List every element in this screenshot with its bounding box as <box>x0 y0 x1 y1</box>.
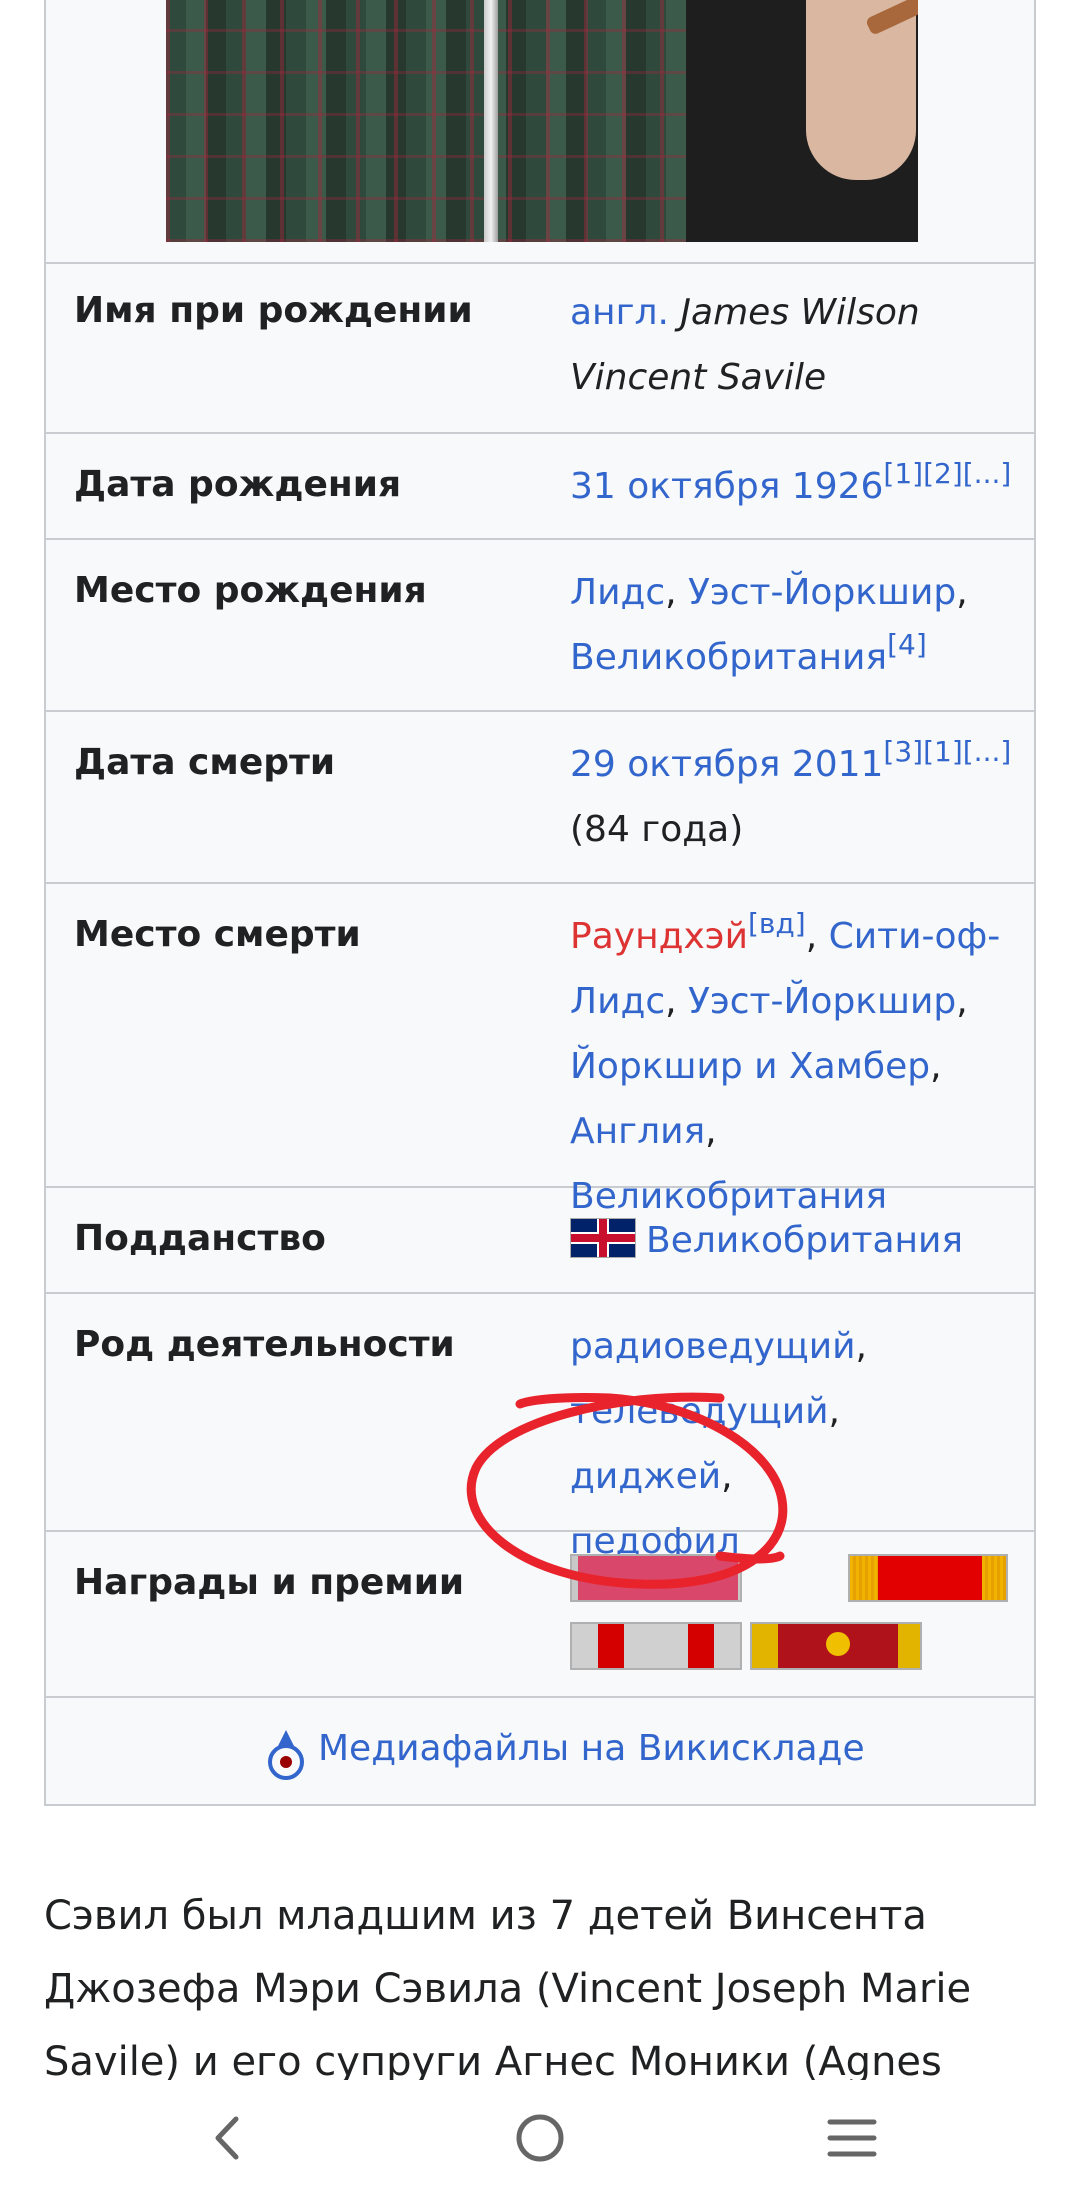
row-label: Имя при рождении <box>74 290 473 331</box>
occupation-link[interactable]: диджей <box>570 1456 721 1497</box>
row-value: Раундхэй[вд], Сити-оф-Лидс, Уэст-Йоркшир… <box>570 907 1001 1218</box>
infobox-photo-cell <box>46 0 1034 264</box>
red-link[interactable]: Раундхэй <box>570 916 748 957</box>
row-occupation: Род деятельности радиоведущий, телеведущ… <box>46 1294 1034 1562</box>
star-icon <box>826 1632 850 1656</box>
place-link[interactable]: Уэст-Йоркшир <box>688 572 956 613</box>
country-link[interactable]: Великобритания <box>646 1220 963 1261</box>
occupation-link[interactable]: телеведущий <box>570 1391 829 1432</box>
award-ribbon[interactable] <box>848 1554 1008 1602</box>
row-value: Великобритания <box>570 1208 1014 1273</box>
place-link[interactable]: Йоркшир и Хамбер <box>570 1046 930 1087</box>
row-birth-place: Место рождения Лидс, Уэст-Йоркшир, Велик… <box>46 540 1034 712</box>
lang-link[interactable]: англ. <box>570 292 669 333</box>
recent-apps-button[interactable] <box>792 2080 912 2196</box>
citation-refs[interactable]: [3][1][...] <box>883 735 1011 768</box>
award-ribbon[interactable] <box>750 1622 922 1670</box>
wikidata-ref[interactable]: [вд] <box>748 907 806 940</box>
age-at-death: (84 года) <box>570 809 744 850</box>
menu-icon <box>827 2119 877 2157</box>
birth-date-link[interactable]: 31 октября 1926 <box>570 466 883 507</box>
place-link[interactable]: Лидс <box>570 572 665 613</box>
row-label: Награды и премии <box>74 1562 465 1603</box>
home-button[interactable] <box>480 2080 600 2196</box>
death-date-link[interactable]: 29 октября 2011 <box>570 744 883 785</box>
circle-icon <box>516 2114 564 2162</box>
row-label: Род деятельности <box>74 1324 455 1365</box>
row-value: Лидс, Уэст-Йоркшир, Великобритания[4] <box>570 572 968 678</box>
chevron-left-icon <box>215 2116 239 2160</box>
system-nav-bar <box>0 2080 1080 2196</box>
infobox: Имя при рождении англ. James Wilson Vinc… <box>44 0 1036 1806</box>
row-citizenship: Подданство Великобритания <box>46 1188 1034 1294</box>
row-label: Дата смерти <box>74 742 336 783</box>
row-death-place: Место смерти Раундхэй[вд], Сити-оф-Лидс,… <box>46 884 1034 1217</box>
row-birth-date: Дата рождения 31 октября 1926[1][2][...] <box>46 434 1034 540</box>
row-label: Место смерти <box>74 914 361 955</box>
row-awards: Награды и премии <box>46 1532 1034 1698</box>
citation-refs[interactable]: [4] <box>887 628 927 661</box>
award-ribbon[interactable] <box>570 1622 742 1670</box>
row-label: Подданство <box>74 1218 326 1259</box>
row-label: Место рождения <box>74 570 427 611</box>
back-button[interactable] <box>168 2080 288 2196</box>
place-link[interactable]: Великобритания <box>570 637 887 678</box>
row-value: 29 октября 2011[3][1][...] (84 года) <box>570 732 1014 862</box>
row-death-date: Дата смерти 29 октября 2011[3][1][...] (… <box>46 712 1034 884</box>
commons-link-cell[interactable]: Медиафайлы на Викискладе <box>46 1698 1034 1804</box>
row-value: англ. James Wilson Vincent Savile <box>570 280 1014 410</box>
citation-refs[interactable]: [1][2][...] <box>883 457 1011 490</box>
place-link[interactable]: Англия <box>570 1111 705 1152</box>
place-link[interactable]: Уэст-Йоркшир <box>688 981 956 1022</box>
uk-flag-icon[interactable] <box>570 1218 636 1258</box>
commons-link[interactable]: Медиафайлы на Викискладе <box>318 1728 865 1769</box>
row-label: Дата рождения <box>74 464 402 505</box>
row-birth-name: Имя при рождении англ. James Wilson Vinc… <box>46 264 1034 434</box>
wikimedia-commons-icon <box>268 1730 304 1780</box>
row-value: 31 октября 1926[1][2][...] <box>570 454 1014 519</box>
occupation-link[interactable]: радиоведущий <box>570 1326 856 1367</box>
award-ribbon[interactable] <box>570 1554 742 1602</box>
person-photo[interactable] <box>166 0 918 242</box>
